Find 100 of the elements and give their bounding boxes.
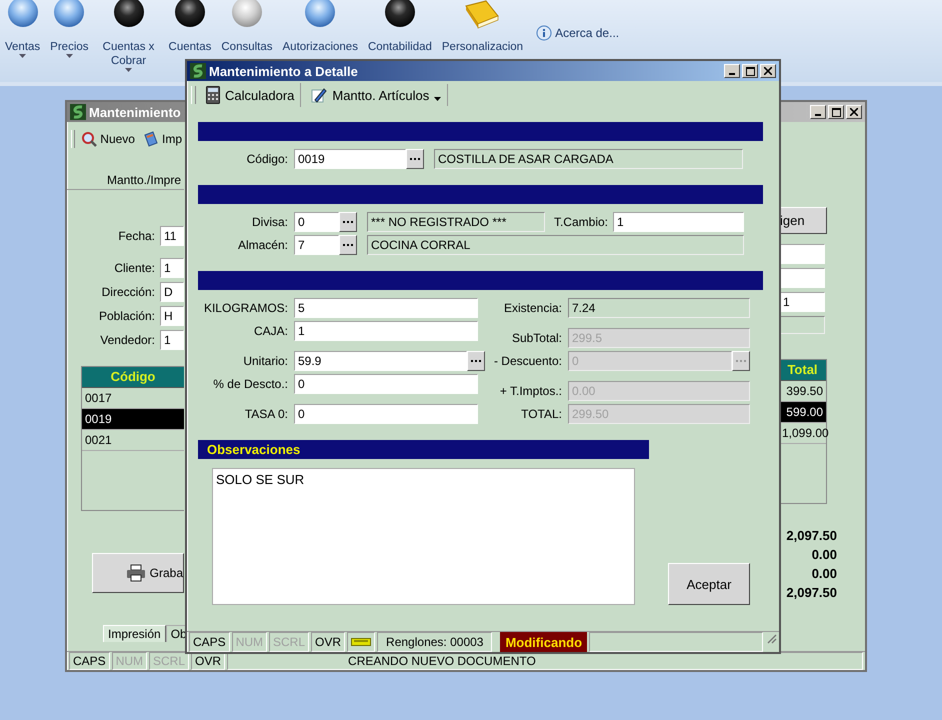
field-label: Fecha:: [117, 229, 156, 243]
minimize-button[interactable]: [724, 64, 740, 78]
about-link[interactable]: Acerca de...: [536, 25, 620, 41]
ellipsis-icon: [410, 158, 420, 160]
maximize-button[interactable]: [742, 64, 758, 78]
toolbar-button[interactable]: Nuevo: [79, 131, 137, 147]
description-field: COSTILLA DE ASAR CARGADA: [434, 149, 743, 169]
ellipsis-icon: [736, 360, 746, 362]
status-indicator: NUM: [232, 632, 268, 652]
ribbon-button[interactable]: Contabilidad: [364, 0, 435, 54]
ribbon-button[interactable]: Cuentas x Cobrar: [96, 0, 162, 72]
info-icon: [536, 25, 552, 41]
text-field[interactable]: 5: [294, 298, 478, 318]
maximize-icon: [832, 108, 840, 116]
text-field[interactable]: 11: [160, 226, 184, 246]
section-header: Observaciones: [198, 440, 649, 459]
calculator-icon: [206, 86, 220, 104]
close-button[interactable]: [760, 64, 776, 78]
text-field[interactable]: 0: [294, 212, 339, 232]
field-label: Población:: [98, 309, 156, 323]
close-icon: [850, 108, 858, 116]
origin-button[interactable]: igen: [779, 207, 827, 234]
window-title: Mantenimiento: [89, 104, 181, 120]
field-label: TOTAL:: [520, 407, 563, 421]
ribbon-button[interactable]: Consultas: [218, 0, 276, 54]
total-amount: 2,097.50: [786, 584, 837, 602]
toolbar-button[interactable]: Calculadora: [200, 83, 302, 107]
tab[interactable]: Impresión: [103, 625, 166, 642]
document-icon: [142, 131, 159, 147]
field-label: T.Cambio:: [552, 215, 609, 229]
description-field: *** NO REGISTRADO ***: [367, 212, 545, 232]
lookup-button[interactable]: [467, 351, 485, 371]
ribbon-button[interactable]: Autorizaciones: [280, 0, 361, 54]
minimize-button[interactable]: [810, 105, 826, 119]
text-field[interactable]: 1: [779, 292, 825, 312]
text-field[interactable]: 1: [613, 212, 744, 232]
table-cell[interactable]: 0019: [82, 409, 184, 430]
text-field[interactable]: 1: [160, 258, 184, 278]
field-label: Cliente:: [113, 261, 156, 275]
lookup-button[interactable]: [732, 351, 750, 371]
field-label: Vendedor:: [99, 333, 156, 347]
field-label: Divisa:: [250, 215, 289, 229]
text-field[interactable]: D: [160, 282, 184, 302]
text-field[interactable]: 7: [294, 235, 339, 255]
ribbon-button[interactable]: Cuentas: [166, 0, 214, 54]
toolbar-button[interactable]: Mantto. Artículos: [305, 84, 448, 106]
ribbon-button[interactable]: Personalizacion: [438, 0, 526, 54]
table-cell[interactable]: 0021: [82, 430, 184, 451]
text-field[interactable]: [779, 244, 825, 264]
save-button[interactable]: Graba: [92, 553, 184, 593]
text-field[interactable]: 59.9: [294, 351, 467, 371]
caret-icon: [125, 68, 132, 72]
maximize-icon: [746, 66, 754, 76]
field-label: - Descuento:: [492, 354, 563, 368]
lookup-button[interactable]: [406, 149, 424, 169]
ellipsis-icon: [343, 220, 353, 224]
text-field[interactable]: 0: [294, 374, 478, 394]
status-indicator: SCRL: [269, 632, 310, 652]
table-cell[interactable]: 599.00: [779, 402, 826, 423]
lookup-button[interactable]: [339, 212, 357, 232]
folder-icon: [351, 637, 372, 647]
text-field[interactable]: 0019: [294, 149, 406, 169]
field-label: Unitario:: [242, 354, 289, 368]
tab[interactable]: Mantto./Impre: [67, 173, 184, 190]
status-indicator: CAPS: [69, 652, 110, 670]
field-label: KILOGRAMOS:: [202, 301, 289, 315]
status-indicator: NUM: [112, 652, 148, 670]
ellipsis-icon: [471, 360, 481, 362]
text-field[interactable]: 1: [294, 321, 478, 341]
ribbon-button[interactable]: Ventas: [2, 0, 44, 58]
text-field[interactable]: 0: [294, 404, 478, 424]
column-header: Total: [779, 360, 826, 381]
app-logo-icon: [190, 63, 206, 79]
close-button[interactable]: [846, 105, 862, 119]
window-title: Mantenimiento a Detalle: [209, 64, 358, 78]
printer-icon: [126, 564, 146, 582]
pencil-icon: [311, 87, 328, 103]
mode-indicator: Modificando: [500, 632, 588, 652]
total-amount: 0.00: [812, 546, 837, 564]
status-indicator: SCRL: [149, 652, 190, 670]
text-field[interactable]: H: [160, 306, 184, 326]
notes-field[interactable]: SOLO SE SUR: [212, 468, 635, 605]
field-label: SubTotal:: [510, 331, 563, 345]
accept-button[interactable]: Aceptar: [668, 563, 750, 605]
maximize-button[interactable]: [828, 105, 844, 119]
text-field[interactable]: 1: [160, 330, 184, 350]
lookup-button[interactable]: [339, 235, 357, 255]
toolbar-button[interactable]: Imp: [140, 131, 184, 147]
field-label: Código:: [246, 152, 289, 166]
field-label: Almacén:: [236, 238, 289, 252]
ellipsis-icon: [343, 244, 353, 246]
field-label: Dirección:: [100, 285, 156, 299]
total-amount: 2,097.50: [786, 527, 837, 545]
caret-icon: [66, 54, 73, 58]
ribbon-button[interactable]: Precios: [47, 0, 92, 58]
text-field[interactable]: [779, 316, 825, 334]
field-label: Existencia:: [502, 301, 563, 315]
text-field[interactable]: [779, 268, 825, 288]
total-amount: 0.00: [812, 565, 837, 583]
field-label: TASA 0:: [244, 407, 289, 421]
